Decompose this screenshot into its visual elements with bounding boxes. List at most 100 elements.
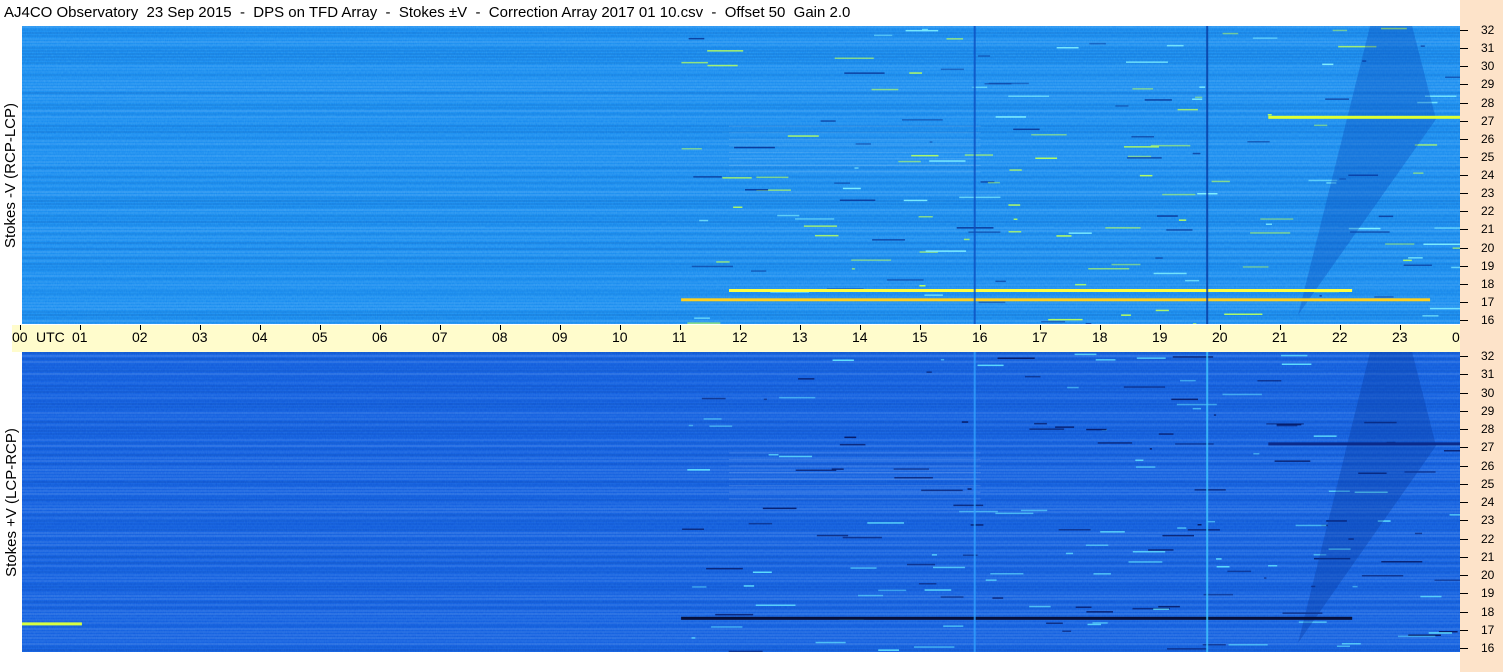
freq-tick-label: 32 xyxy=(1481,23,1495,37)
interference-dash xyxy=(1013,218,1018,220)
spectrum-row xyxy=(22,227,1460,229)
interference-dash xyxy=(1408,257,1423,259)
spectrum-row xyxy=(22,254,1460,256)
spectrum-row xyxy=(22,412,1460,414)
interference-dash xyxy=(988,82,1029,85)
interference-dash xyxy=(1171,398,1198,401)
interference-dash xyxy=(1449,514,1460,516)
freq-tick-label: 30 xyxy=(1481,59,1495,74)
emission-band xyxy=(22,622,82,626)
striped-band xyxy=(729,171,981,173)
time-tick-label: 14 xyxy=(852,329,868,345)
interference-dash xyxy=(995,512,1034,515)
spectrum-row xyxy=(22,56,1460,58)
time-tick-mark xyxy=(1220,325,1221,330)
spectrum-row xyxy=(22,86,1460,88)
time-tick-mark xyxy=(920,325,921,330)
interference-dash xyxy=(1056,235,1072,237)
time-tick-mark xyxy=(620,325,621,330)
interference-dash xyxy=(699,219,709,222)
spectrum-row xyxy=(22,173,1460,175)
spectrum-row xyxy=(22,284,1460,286)
interference-dash xyxy=(970,524,984,526)
spectrum-row xyxy=(22,457,1460,459)
freq-tick-mark xyxy=(1460,648,1468,649)
freq-tick-label: 31 xyxy=(1481,41,1495,56)
time-tick-mark xyxy=(860,325,861,330)
freq-tick-label: 31 xyxy=(1481,367,1495,382)
interference-dash xyxy=(925,250,966,252)
interference-dash xyxy=(1158,433,1174,435)
freq-tick-label: 28 xyxy=(1481,95,1495,110)
interference-dash xyxy=(703,418,722,420)
interference-dash xyxy=(919,285,926,287)
spectrum-row xyxy=(22,167,1460,169)
freq-tick-label: 22 xyxy=(1481,531,1495,546)
time-tick-label: 23 xyxy=(1392,329,1408,345)
interference-dash xyxy=(709,425,733,427)
spectrum-row xyxy=(22,418,1460,420)
interference-dash xyxy=(1035,157,1058,159)
interference-dash xyxy=(1074,353,1097,356)
spectrum-row xyxy=(22,628,1460,630)
interference-dash xyxy=(1224,313,1263,315)
interference-dash xyxy=(681,148,702,150)
spectrum-row xyxy=(22,53,1460,55)
interference-dash xyxy=(924,589,952,591)
spectrum-row xyxy=(22,511,1460,513)
spectrum-row xyxy=(22,640,1460,642)
interference-dash xyxy=(893,468,929,470)
spectrum-row xyxy=(22,257,1460,259)
spectrum-row xyxy=(22,47,1460,49)
spectrum-row xyxy=(22,218,1460,220)
spectrum-row xyxy=(22,122,1460,124)
interference-dash xyxy=(839,199,876,201)
interference-dash xyxy=(1228,644,1268,646)
interference-dash xyxy=(1162,193,1196,196)
interference-dash xyxy=(977,364,1004,367)
interference-dash xyxy=(1153,608,1170,610)
interference-dash xyxy=(978,301,1006,304)
freq-tick-mark xyxy=(1460,139,1468,140)
interference-dash xyxy=(1192,152,1201,155)
interference-dash xyxy=(851,259,892,261)
spectrum-row xyxy=(22,376,1460,378)
spectrum-row xyxy=(22,448,1460,450)
time-tick-mark xyxy=(680,325,681,330)
freq-tick-label: 25 xyxy=(1481,476,1495,491)
spectrum-row xyxy=(22,287,1460,289)
interference-dash xyxy=(1180,379,1196,382)
spectrum-row xyxy=(22,140,1460,142)
interference-dash xyxy=(1193,323,1197,324)
interference-dash xyxy=(1250,232,1291,234)
spectrum-row xyxy=(22,361,1460,363)
interference-dash xyxy=(967,488,972,490)
interference-dash xyxy=(768,454,779,456)
interference-dash xyxy=(1187,529,1220,531)
interference-dash xyxy=(1085,544,1109,546)
spectrum-row xyxy=(22,188,1460,190)
time-axis: 00 01 02 03 04 05 06 07 08 09 10 11 12 13 14 15 16 17 18 19… xyxy=(12,325,1502,352)
spectrum-row xyxy=(22,116,1460,118)
time-tick-label: 21 xyxy=(1272,329,1288,345)
interference-dash xyxy=(733,206,743,208)
interference-dash xyxy=(1086,428,1107,431)
interference-dash xyxy=(1415,532,1422,535)
spectrum-row xyxy=(22,634,1460,636)
spectrum-row xyxy=(22,311,1460,313)
spectrum-row xyxy=(22,65,1460,67)
freq-tick-mark xyxy=(1460,575,1468,576)
interference-dash xyxy=(985,579,997,581)
vertical-interference-line xyxy=(973,26,976,324)
time-tick-label: 05 xyxy=(312,329,328,345)
spectrum-row xyxy=(22,212,1460,214)
spectrum-row xyxy=(22,469,1460,471)
spectrum-row xyxy=(22,481,1460,483)
time-tick-mark xyxy=(80,325,81,330)
interference-dash xyxy=(1253,453,1260,455)
interference-dash xyxy=(1115,105,1129,107)
interference-dash xyxy=(1178,219,1187,221)
interference-dash xyxy=(1216,558,1222,560)
interference-dash xyxy=(1314,124,1328,127)
interference-dash xyxy=(858,594,884,597)
